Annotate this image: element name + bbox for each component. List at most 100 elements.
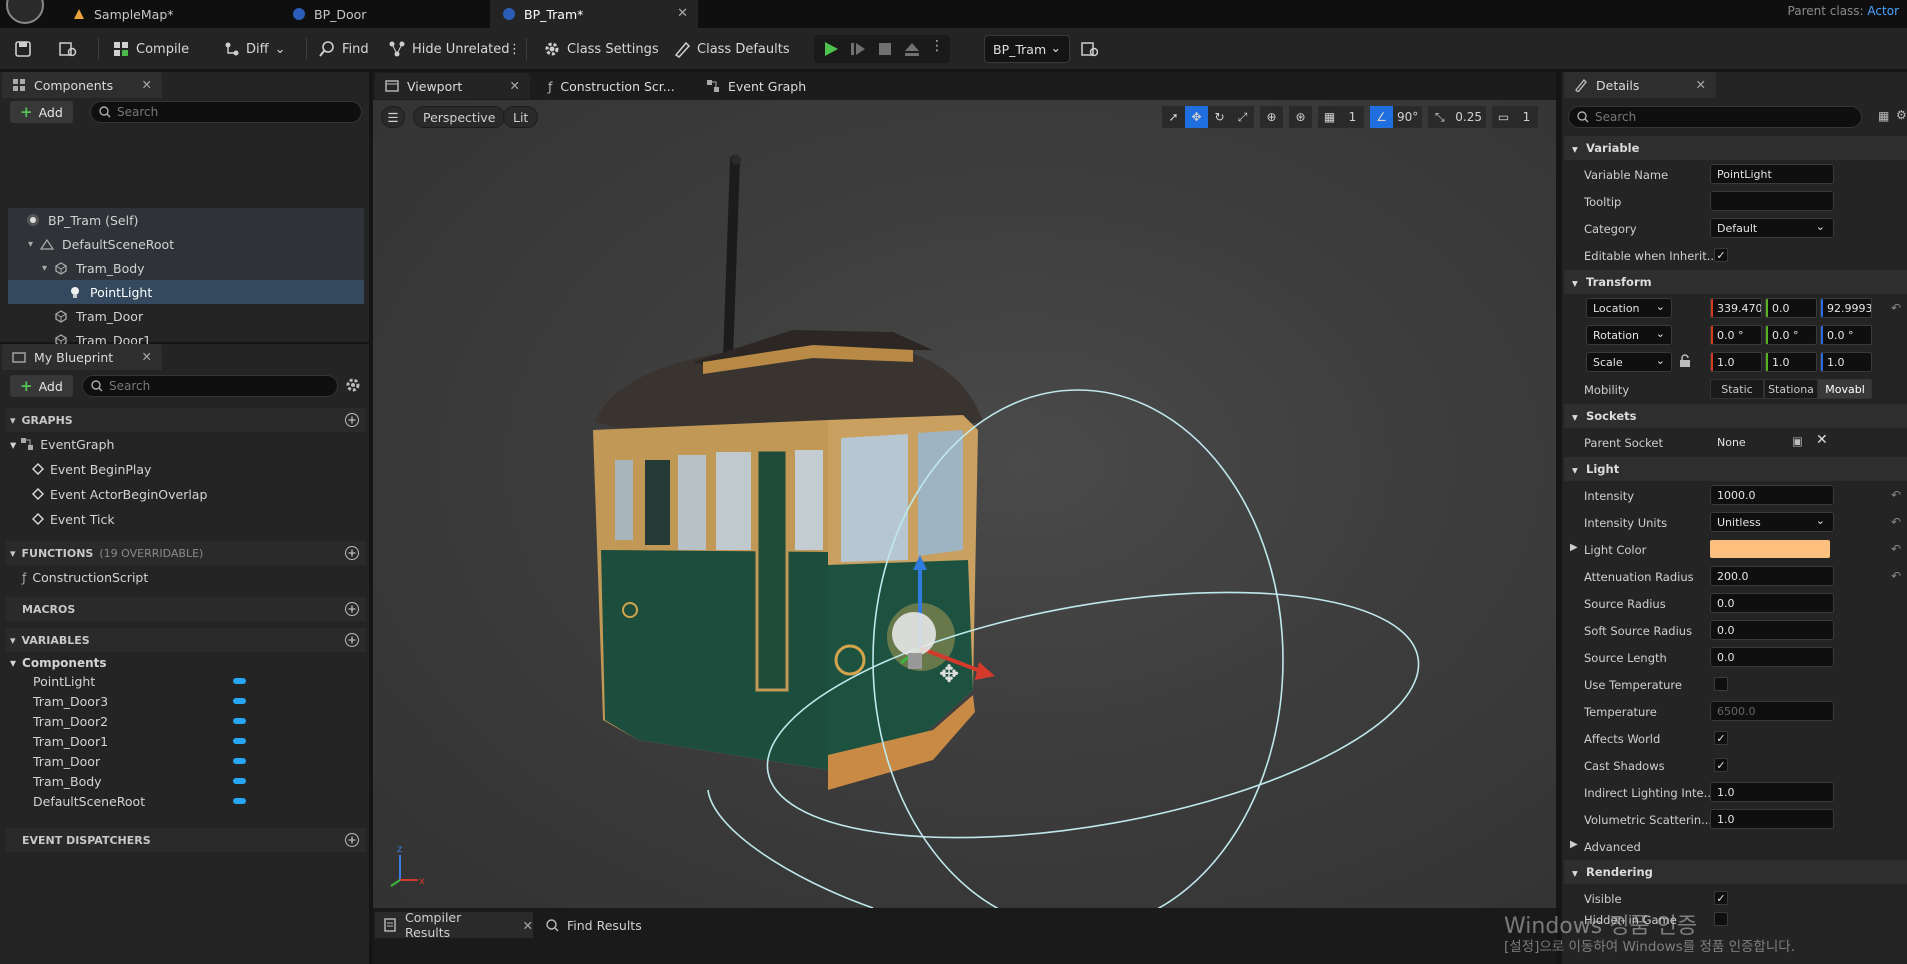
- light-color-swatch[interactable]: [1710, 540, 1830, 558]
- scale-snap-icon[interactable]: ⤡: [1428, 106, 1452, 128]
- tooltip-field[interactable]: [1710, 191, 1834, 211]
- browse-icon[interactable]: ▣: [1792, 434, 1803, 448]
- component-tree-item[interactable]: ▾ Tram_Body: [8, 256, 364, 280]
- cast-shadows-checkbox[interactable]: ✓: [1714, 758, 1728, 772]
- mobility-stationary[interactable]: Stationa: [1764, 379, 1818, 399]
- perspective-button[interactable]: Perspective: [413, 106, 506, 128]
- save-button[interactable]: [14, 35, 32, 63]
- add-circle-icon[interactable]: [344, 632, 360, 648]
- component-tree-item[interactable]: Tram_Door: [8, 304, 364, 328]
- stop-icon[interactable]: [876, 40, 894, 58]
- play-options-icon[interactable]: ⋮: [930, 38, 944, 54]
- unreal-logo-icon[interactable]: [6, 0, 44, 24]
- tab-event-graph[interactable]: Event Graph: [696, 73, 826, 99]
- reset-arrow-icon[interactable]: ↶: [1891, 569, 1901, 583]
- scale-mode-select[interactable]: Scale ⌄: [1586, 352, 1672, 372]
- event-graph-item[interactable]: ▾ EventGraph: [10, 432, 114, 456]
- diff-button[interactable]: Diff ⌄: [224, 35, 286, 63]
- class-settings-button[interactable]: Class Settings: [543, 35, 659, 63]
- add-circle-icon[interactable]: [344, 601, 360, 617]
- doc-tab-samplemap[interactable]: SampleMap*: [60, 0, 280, 28]
- viewport-menu-button[interactable]: ☰: [381, 106, 405, 128]
- add-circle-icon[interactable]: [344, 832, 360, 848]
- location-y-field[interactable]: 0.0: [1765, 298, 1817, 318]
- rotation-y-field[interactable]: 0.0 °: [1765, 325, 1817, 345]
- chevron-right-icon[interactable]: ▶: [1570, 542, 1578, 553]
- source-radius-field[interactable]: 0.0: [1710, 593, 1834, 613]
- variable-item[interactable]: Tram_Door3: [8, 691, 366, 711]
- hide-unrelated-button[interactable]: Hide Unrelated: [388, 35, 510, 63]
- select-icon[interactable]: ➚: [1162, 106, 1185, 128]
- use-temperature-checkbox[interactable]: [1714, 677, 1728, 691]
- gear-icon[interactable]: ⚙: [1896, 108, 1907, 122]
- doc-tab-bp-tram[interactable]: BP_Tram* ✕: [490, 0, 698, 28]
- reset-arrow-icon[interactable]: ↶: [1891, 542, 1901, 556]
- components-search-input[interactable]: Search: [90, 101, 362, 123]
- component-tree-item[interactable]: PointLight: [8, 280, 364, 304]
- rotation-z-field[interactable]: 0.0 °: [1820, 325, 1872, 345]
- indirect-lighting-field[interactable]: 1.0: [1710, 782, 1834, 802]
- tab-construction-script[interactable]: ƒ Construction Scr...: [538, 73, 688, 99]
- more-options-icon[interactable]: ⋮: [508, 35, 521, 63]
- add-component-button[interactable]: + Add: [10, 101, 73, 123]
- graphs-section-header[interactable]: ▾ GRAPHS: [6, 408, 366, 432]
- mobility-movable[interactable]: Movabl: [1818, 379, 1872, 399]
- my-blueprint-search-input[interactable]: Search: [82, 375, 338, 397]
- translate-icon[interactable]: ✥: [1185, 106, 1208, 128]
- event-item[interactable]: Event BeginPlay: [32, 457, 151, 481]
- soft-source-radius-field[interactable]: 0.0: [1710, 620, 1834, 640]
- scale-icon[interactable]: ⤢: [1231, 106, 1254, 128]
- component-tree-item[interactable]: BP_Tram (Self): [8, 208, 364, 232]
- attenuation-radius-field[interactable]: 200.0: [1710, 566, 1834, 586]
- event-item[interactable]: Event ActorBeginOverlap: [32, 482, 207, 506]
- event-dispatchers-section-header[interactable]: EVENT DISPATCHERS: [6, 828, 366, 852]
- tab-my-blueprint[interactable]: My Blueprint ✕: [2, 344, 162, 370]
- browse-button[interactable]: [58, 35, 78, 63]
- play-icon[interactable]: [822, 40, 840, 58]
- variable-section[interactable]: ▾ Variable: [1564, 136, 1907, 160]
- details-search-input[interactable]: Search: [1568, 106, 1862, 128]
- functions-section-header[interactable]: ▾ FUNCTIONS (19 OVERRIDABLE): [6, 541, 366, 565]
- tab-compiler-results[interactable]: Compiler Results ✕: [375, 910, 533, 940]
- scale-snap-value[interactable]: 0.25: [1451, 106, 1486, 128]
- mobility-static[interactable]: Static: [1710, 379, 1764, 399]
- location-x-field[interactable]: 339.470: [1710, 298, 1762, 318]
- add-member-button[interactable]: + Add: [10, 375, 73, 397]
- tab-details[interactable]: Details ✕: [1564, 72, 1716, 98]
- location-z-field[interactable]: 92.9993: [1820, 298, 1872, 318]
- rotation-mode-select[interactable]: Rotation ⌄: [1586, 325, 1672, 345]
- chevron-down-icon[interactable]: ▾: [28, 239, 40, 250]
- scale-z-field[interactable]: 1.0: [1820, 352, 1872, 372]
- advanced-row[interactable]: ▶ Advanced: [1564, 833, 1907, 860]
- parent-class-link[interactable]: Actor: [1867, 4, 1899, 18]
- world-local-icon[interactable]: ⊕: [1260, 106, 1283, 128]
- property-matrix-icon[interactable]: ▦: [1878, 109, 1889, 123]
- compile-button[interactable]: Compile: [112, 35, 189, 63]
- doc-tab-bp-door[interactable]: BP_Door: [280, 0, 490, 28]
- close-icon[interactable]: ✕: [510, 78, 520, 93]
- affects-world-checkbox[interactable]: ✓: [1714, 731, 1728, 745]
- variables-section-header[interactable]: ▾ VARIABLES: [6, 628, 366, 652]
- scale-x-field[interactable]: 1.0: [1710, 352, 1762, 372]
- variable-item[interactable]: Tram_Door: [8, 751, 366, 771]
- close-icon[interactable]: ✕: [1696, 77, 1706, 92]
- surface-snap-icon[interactable]: ⊛: [1289, 106, 1312, 128]
- step-icon[interactable]: [849, 40, 867, 58]
- component-tree-item[interactable]: ▾ DefaultSceneRoot: [8, 232, 364, 256]
- variable-name-field[interactable]: PointLight: [1710, 164, 1834, 184]
- clear-icon[interactable]: ✕: [1816, 432, 1828, 448]
- location-mode-select[interactable]: Location ⌄: [1586, 298, 1672, 318]
- construction-script-item[interactable]: ƒ ConstructionScript: [22, 565, 148, 589]
- reset-arrow-icon[interactable]: ↶: [1891, 488, 1901, 502]
- reset-arrow-icon[interactable]: ↶: [1891, 515, 1901, 529]
- editable-inherited-checkbox[interactable]: ✓: [1714, 248, 1728, 262]
- intensity-field[interactable]: 1000.0: [1710, 485, 1834, 505]
- grid-size-value[interactable]: 1: [1341, 106, 1364, 128]
- transform-section[interactable]: ▾ Transform: [1564, 270, 1907, 294]
- source-length-field[interactable]: 0.0: [1710, 647, 1834, 667]
- intensity-units-select[interactable]: Unitless ⌄: [1710, 512, 1834, 532]
- close-icon[interactable]: ✕: [677, 6, 688, 21]
- variable-item[interactable]: DefaultSceneRoot: [8, 791, 366, 811]
- rotation-snap-icon[interactable]: ∠: [1370, 106, 1393, 128]
- hidden-in-game-checkbox[interactable]: [1714, 912, 1728, 926]
